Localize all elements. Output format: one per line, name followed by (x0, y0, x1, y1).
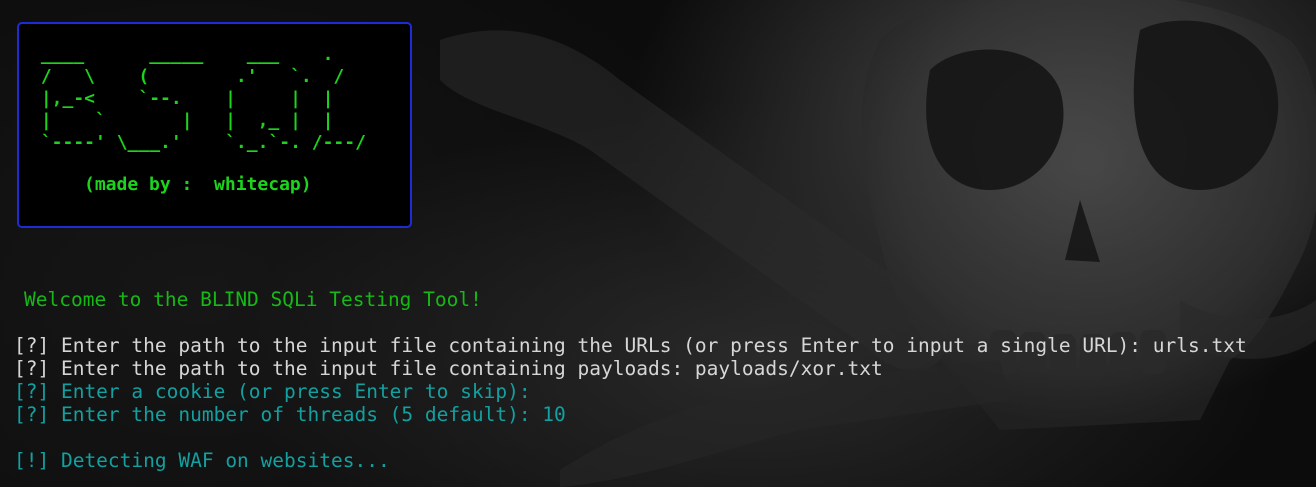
prompt-cookie: [?] Enter a cookie (or press Enter to sk… (14, 380, 531, 403)
ascii-logo: ____ _____ ___ . / \ ( .' `. / |,_-< `--… (30, 44, 366, 154)
prompt-payloads-file: [?] Enter the path to the input file con… (14, 357, 883, 380)
ascii-line: `----' \___.' `._.`-. /---/ (30, 132, 366, 153)
terminal-window[interactable]: ____ _____ ___ . / \ ( .' `. / |,_-< `--… (0, 0, 1316, 487)
status-detecting-waf: [!] Detecting WAF on websites... (14, 449, 390, 472)
welcome-message: Welcome to the BLIND SQLi Testing Tool! (24, 288, 482, 311)
prompt-threads: [?] Enter the number of threads (5 defau… (14, 403, 566, 426)
prompt-urls-file: [?] Enter the path to the input file con… (14, 334, 1247, 357)
ascii-line: ____ _____ ___ . (30, 44, 334, 65)
ascii-line: |,_-< `--. | | | (30, 88, 334, 109)
ascii-line: | ` | | ,_ | | (30, 110, 334, 131)
ascii-line: / \ ( .' `. / (30, 66, 345, 87)
author-credit: (made by : whitecap) (84, 174, 312, 195)
